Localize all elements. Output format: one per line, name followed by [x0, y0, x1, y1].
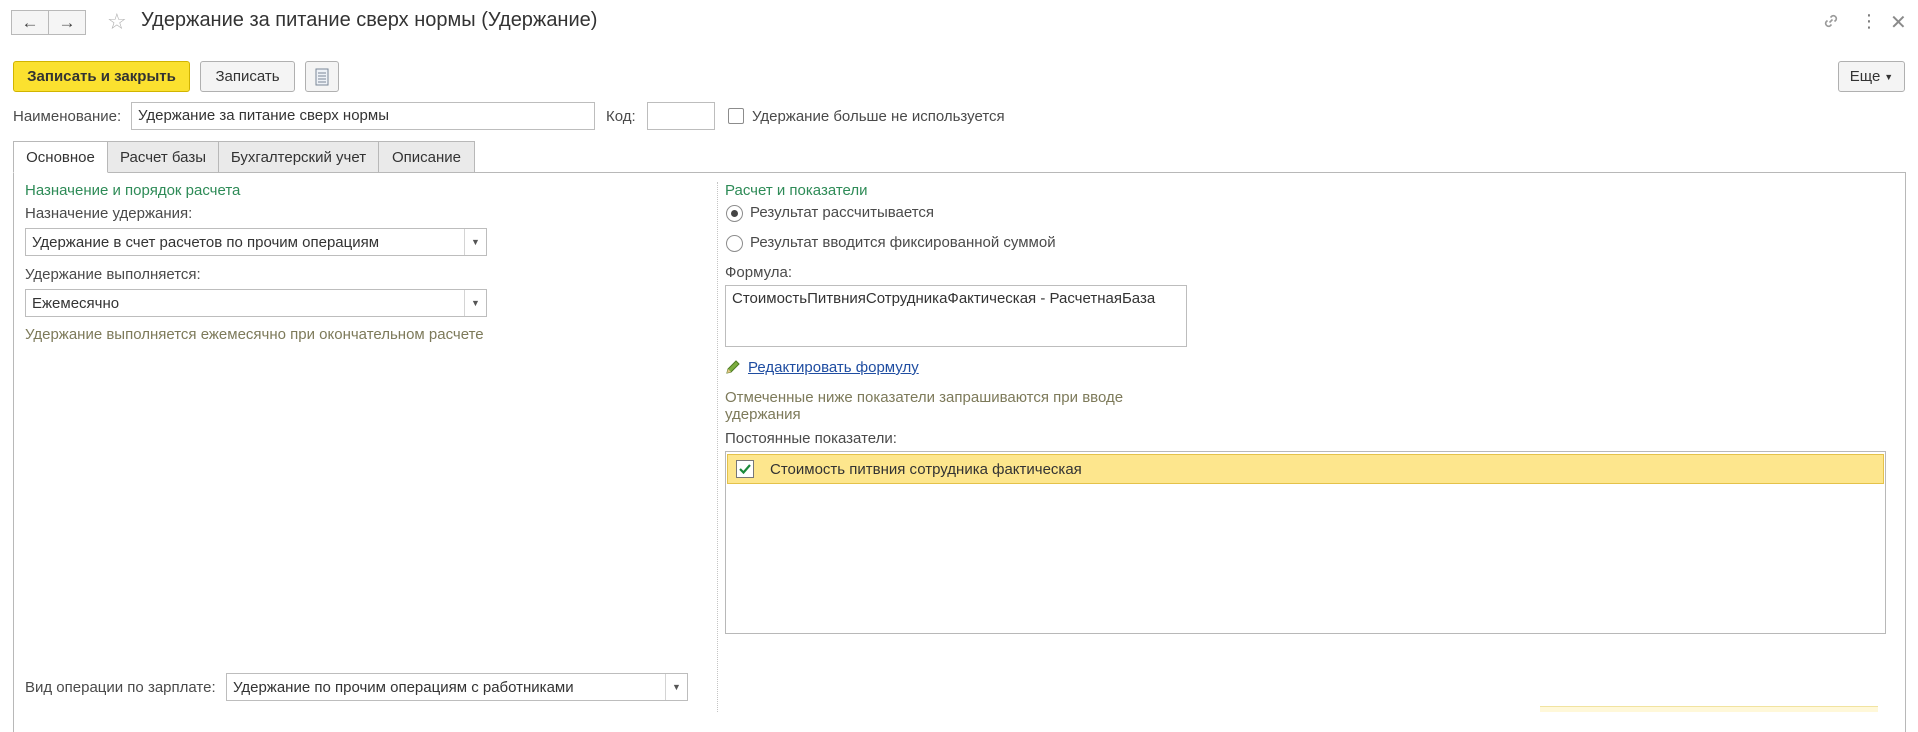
formula-field[interactable]: СтоимостьПитвнияСотрудникаФактическая - …: [725, 285, 1187, 347]
radio-fixed[interactable]: [726, 235, 743, 252]
pencil-icon: [725, 359, 741, 378]
purpose-label: Назначение удержания:: [25, 205, 193, 222]
checkmark-icon: [739, 464, 751, 475]
purpose-group-title: Назначение и порядок расчета: [25, 182, 241, 199]
name-label: Наименование:: [13, 108, 122, 125]
chevron-down-icon[interactable]: ▼: [464, 229, 486, 255]
report-button[interactable]: [305, 61, 339, 92]
formula-label: Формула:: [725, 264, 793, 281]
indicator-label: Стоимость питвния сотрудника фактическая: [770, 461, 1082, 478]
more-vertical-icon[interactable]: ⋮: [1860, 11, 1878, 32]
tab-base-calculation[interactable]: Расчет базы: [107, 141, 219, 173]
tab-base-calculation-label: Расчет базы: [120, 148, 206, 166]
more-button[interactable]: Еще ▼: [1838, 61, 1905, 92]
operation-select-value: Удержание по прочим операциям с работник…: [233, 679, 574, 696]
chevron-down-icon[interactable]: ▼: [665, 674, 687, 700]
schedule-select[interactable]: Ежемесячно ▼: [25, 289, 487, 317]
tab-main-label: Основное: [26, 148, 95, 166]
column-divider: [717, 182, 718, 712]
forward-button[interactable]: →: [48, 10, 86, 35]
page-title: Удержание за питание сверх нормы (Удержа…: [141, 9, 598, 31]
close-icon[interactable]: ✕: [1890, 10, 1907, 35]
operation-select[interactable]: Удержание по прочим операциям с работник…: [226, 673, 688, 701]
indicators-hint-line2: удержания: [725, 406, 801, 423]
arrow-left-icon: ←: [21, 12, 39, 32]
edit-formula-link[interactable]: Редактировать формулу: [748, 359, 919, 376]
radio-fixed-label: Результат вводится фиксированной суммой: [750, 234, 1056, 251]
save-and-close-button[interactable]: Записать и закрыть: [13, 61, 190, 92]
more-label: Еще: [1849, 68, 1881, 85]
name-field[interactable]: Удержание за питание сверх нормы: [131, 102, 595, 130]
tab-accounting-label: Бухгалтерский учет: [230, 148, 367, 166]
schedule-label: Удержание выполняется:: [25, 266, 201, 283]
radio-calculated[interactable]: [726, 205, 743, 222]
purpose-select[interactable]: Удержание в счет расчетов по прочим опер…: [25, 228, 487, 256]
indicators-hint-line1: Отмеченные ниже показатели запрашиваются…: [725, 389, 1124, 406]
calculation-group-title: Расчет и показатели: [725, 182, 868, 199]
document-icon: [315, 68, 329, 85]
indicator-checkbox[interactable]: [736, 460, 754, 478]
info-panel: [1540, 706, 1878, 712]
constant-indicators-list[interactable]: Стоимость питвния сотрудника фактическая: [725, 451, 1886, 634]
arrow-right-icon: →: [58, 12, 76, 32]
schedule-select-value: Ежемесячно: [32, 295, 120, 312]
constant-indicators-label: Постоянные показатели:: [725, 430, 897, 447]
purpose-select-value: Удержание в счет расчетов по прочим опер…: [32, 234, 380, 251]
tab-description[interactable]: Описание: [378, 141, 475, 173]
list-item[interactable]: Стоимость питвния сотрудника фактическая: [727, 454, 1884, 484]
unused-checkbox[interactable]: [728, 108, 744, 124]
star-icon[interactable]: ☆: [107, 9, 127, 35]
radio-calculated-label: Результат рассчитывается: [750, 204, 935, 221]
code-field[interactable]: [647, 102, 715, 130]
operation-label: Вид операции по зарплате:: [25, 679, 216, 696]
back-button[interactable]: ←: [11, 10, 49, 35]
tab-accounting[interactable]: Бухгалтерский учет: [218, 141, 379, 173]
tab-description-label: Описание: [391, 148, 462, 166]
unused-label: Удержание больше не используется: [752, 108, 1005, 125]
tab-main[interactable]: Основное: [13, 141, 108, 173]
link-icon[interactable]: [1822, 12, 1840, 35]
save-button[interactable]: Записать: [200, 61, 295, 92]
chevron-down-icon: ▼: [1884, 71, 1894, 82]
schedule-hint: Удержание выполняется ежемесячно при око…: [25, 326, 484, 343]
chevron-down-icon[interactable]: ▼: [464, 290, 486, 316]
code-label: Код:: [606, 108, 636, 125]
